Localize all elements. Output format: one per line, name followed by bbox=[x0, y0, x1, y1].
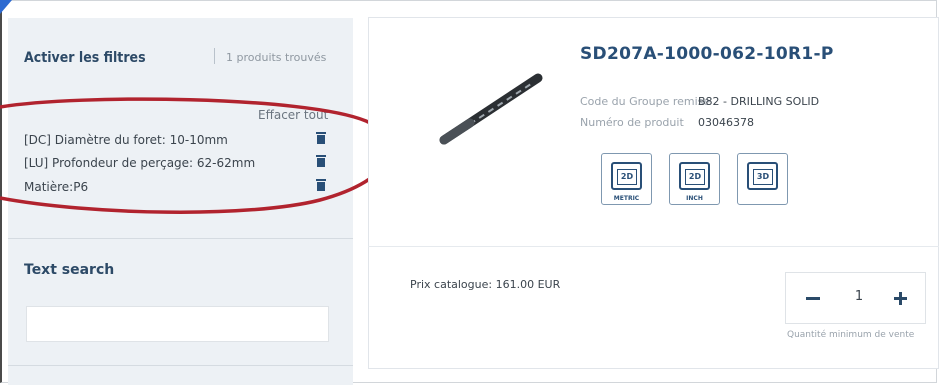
catalog-price: Prix catalogue: 161.00 EUR bbox=[410, 278, 561, 291]
cad-2d-metric-button[interactable]: 2D METRIC bbox=[601, 153, 652, 205]
text-search-input[interactable] bbox=[26, 306, 329, 342]
filter-item-depth: [LU] Profondeur de perçage: 62-62mm bbox=[24, 156, 256, 170]
text-search-title: Text search bbox=[24, 262, 115, 278]
cad-2d-icon: 2D bbox=[679, 162, 710, 190]
cad-3d-icon: 3D bbox=[747, 162, 778, 190]
cad-3d-button[interactable]: 3D bbox=[737, 153, 788, 205]
product-number-value: 03046378 bbox=[698, 116, 754, 129]
corner-marker bbox=[0, 0, 12, 14]
filter-item-diameter: [DC] Diamètre du foret: 10-10mm bbox=[24, 133, 228, 147]
products-found-count: 1 produits trouvés bbox=[226, 51, 327, 64]
panel-divider-bottom bbox=[8, 365, 353, 366]
trash-icon[interactable] bbox=[316, 132, 326, 144]
cad-2d-inch-button[interactable]: 2D INCH bbox=[669, 153, 720, 205]
title-divider bbox=[214, 48, 215, 64]
minimum-sale-text: Quantité minimum de vente bbox=[787, 330, 915, 340]
minus-icon[interactable] bbox=[806, 297, 820, 300]
cad-2d-icon: 2D bbox=[611, 162, 642, 190]
drill-bit-image[interactable] bbox=[430, 70, 550, 150]
quantity-stepper[interactable]: 1 bbox=[785, 272, 926, 324]
quantity-value[interactable]: 1 bbox=[853, 289, 865, 304]
discount-group-value: B82 - DRILLING SOLID bbox=[698, 95, 820, 108]
plus-icon-vertical[interactable] bbox=[899, 292, 902, 305]
card-divider bbox=[368, 246, 939, 247]
product-number-label: Numéro de produit bbox=[580, 116, 684, 129]
discount-group-label: Code du Groupe remise bbox=[580, 95, 711, 108]
clear-all-link[interactable]: Effacer tout bbox=[258, 108, 328, 122]
filter-item-material: Matière:P6 bbox=[24, 180, 89, 194]
panel-divider bbox=[8, 238, 353, 239]
trash-icon[interactable] bbox=[316, 155, 326, 167]
trash-icon[interactable] bbox=[316, 179, 326, 191]
active-filters-title: Activer les filtres bbox=[24, 50, 146, 66]
product-title[interactable]: SD207A-1000-062-10R1-P bbox=[580, 44, 834, 64]
